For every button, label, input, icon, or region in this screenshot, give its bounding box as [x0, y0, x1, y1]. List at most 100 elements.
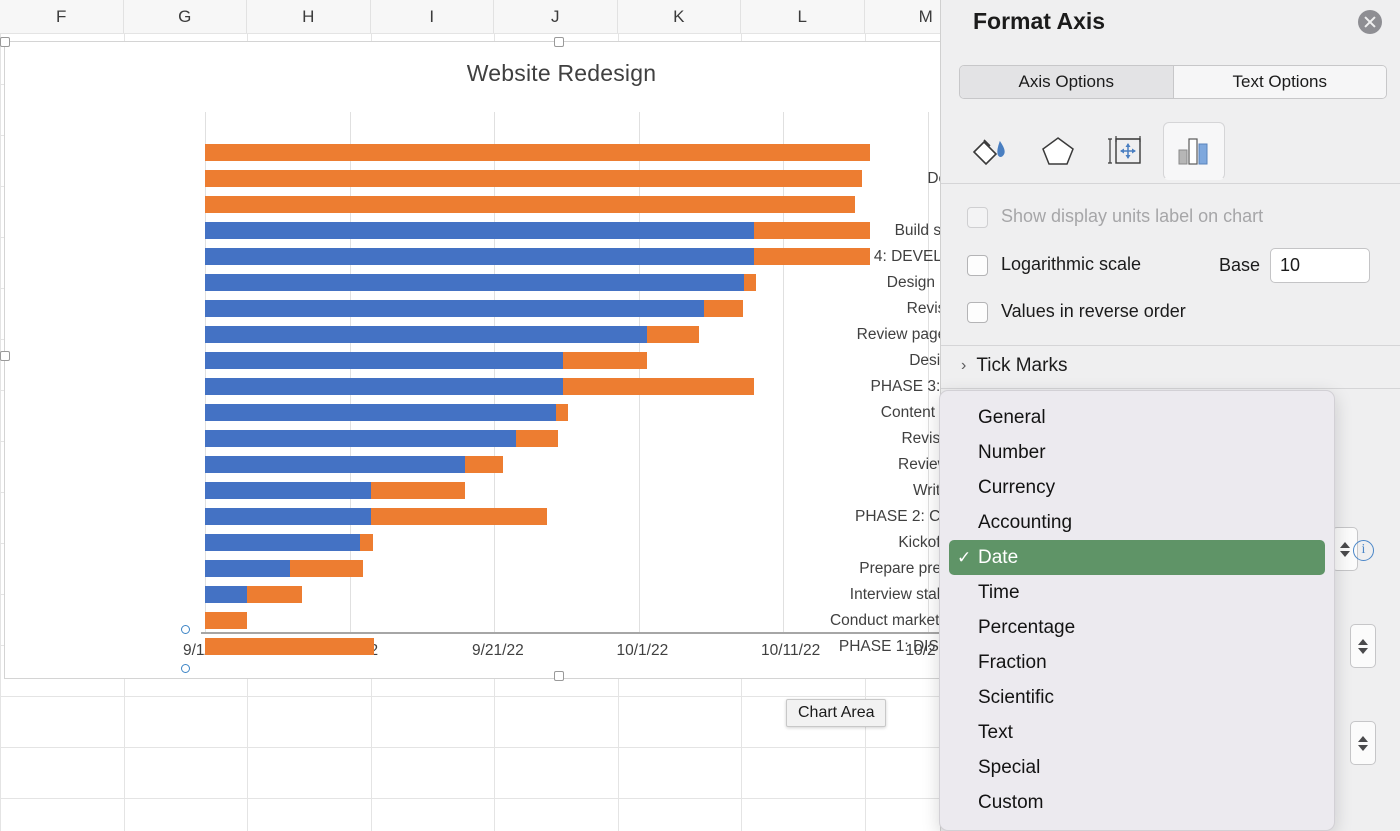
gantt-bar-duration-segment[interactable]	[205, 612, 247, 629]
column-header-h[interactable]: H	[247, 0, 371, 33]
tab-text-options[interactable]: Text Options	[1173, 66, 1387, 98]
gantt-bar[interactable]	[205, 482, 1014, 499]
gantt-bar[interactable]	[205, 378, 1014, 395]
gantt-bar[interactable]	[205, 144, 1014, 161]
gantt-bar-offset-segment[interactable]	[205, 534, 360, 551]
menu-item-time[interactable]: Time	[949, 575, 1325, 610]
menu-item-custom[interactable]: Custom	[949, 785, 1325, 820]
gantt-bar-offset-segment[interactable]	[205, 326, 647, 343]
gantt-bar[interactable]	[205, 638, 1014, 655]
gantt-bar-duration-segment[interactable]	[290, 560, 362, 577]
fill-line-icon[interactable]	[959, 122, 1021, 180]
menu-item-special[interactable]: Special	[949, 750, 1325, 785]
gantt-bar[interactable]	[205, 300, 1014, 317]
gantt-bar-offset-segment[interactable]	[205, 508, 371, 525]
gantt-bar-duration-segment[interactable]	[704, 300, 743, 317]
info-icon[interactable]: i	[1353, 540, 1374, 561]
gantt-bar[interactable]	[205, 274, 1014, 291]
column-header-l[interactable]: L	[741, 0, 865, 33]
gantt-bar-offset-segment[interactable]	[205, 248, 754, 265]
column-header-g[interactable]: G	[124, 0, 248, 33]
chart-resize-handle-tm[interactable]	[554, 37, 564, 47]
close-icon[interactable]	[1358, 10, 1382, 34]
menu-item-fraction[interactable]: Fraction	[949, 645, 1325, 680]
gantt-bar[interactable]	[205, 170, 1014, 187]
gantt-bar-duration-segment[interactable]	[360, 534, 373, 551]
gantt-bar-duration-segment[interactable]	[371, 482, 465, 499]
menu-item-accounting[interactable]: Accounting	[949, 505, 1325, 540]
stepper-secondary-2[interactable]	[1350, 721, 1376, 765]
gantt-bar[interactable]	[205, 196, 1014, 213]
gantt-bar[interactable]	[205, 222, 1014, 239]
gantt-bar-offset-segment[interactable]	[205, 378, 563, 395]
gantt-bar-duration-segment[interactable]	[205, 170, 862, 187]
gantt-bar[interactable]	[205, 352, 1014, 369]
stepper-secondary-1[interactable]	[1350, 624, 1376, 668]
gantt-bar-offset-segment[interactable]	[205, 430, 516, 447]
gantt-bar-duration-segment[interactable]	[647, 326, 699, 343]
gantt-bar-offset-segment[interactable]	[205, 222, 754, 239]
gantt-bar-duration-segment[interactable]	[205, 196, 855, 213]
effects-pentagon-icon[interactable]	[1027, 122, 1089, 180]
show-display-units-label: Show display units label on chart	[1001, 206, 1263, 227]
gantt-bar-duration-segment[interactable]	[744, 274, 756, 291]
gantt-bar-offset-segment[interactable]	[205, 274, 744, 291]
gantt-bar[interactable]	[205, 612, 1014, 629]
menu-item-number[interactable]: Number	[949, 435, 1325, 470]
gantt-bar[interactable]	[205, 456, 1014, 473]
gantt-bar[interactable]	[205, 326, 1014, 343]
column-header-j[interactable]: J	[494, 0, 618, 33]
menu-item-currency[interactable]: Currency	[949, 470, 1325, 505]
gantt-bar-duration-segment[interactable]	[556, 404, 568, 421]
x-axis-line[interactable]	[201, 632, 1014, 634]
menu-item-date[interactable]: ✓Date	[949, 540, 1325, 575]
gantt-bar-offset-segment[interactable]	[205, 404, 556, 421]
gantt-bar-offset-segment[interactable]	[205, 586, 247, 603]
gantt-bar-offset-segment[interactable]	[205, 352, 563, 369]
number-format-category-menu[interactable]: GeneralNumberCurrencyAccounting✓DateTime…	[939, 390, 1335, 831]
size-properties-icon[interactable]	[1095, 122, 1157, 180]
plot-area[interactable]	[205, 112, 1014, 632]
show-display-units-checkbox[interactable]	[967, 207, 988, 228]
gantt-bar-duration-segment[interactable]	[563, 352, 647, 369]
gantt-bar-duration-segment[interactable]	[563, 378, 754, 395]
menu-item-text[interactable]: Text	[949, 715, 1325, 750]
column-header-i[interactable]: I	[371, 0, 495, 33]
axis-selection-handle-bottom[interactable]	[181, 664, 190, 673]
gantt-bar-offset-segment[interactable]	[205, 560, 290, 577]
gantt-bar-offset-segment[interactable]	[205, 300, 704, 317]
gantt-bar[interactable]	[205, 404, 1014, 421]
gantt-bar-duration-segment[interactable]	[205, 144, 870, 161]
menu-item-general[interactable]: General	[949, 400, 1325, 435]
axis-selection-handle-top[interactable]	[181, 625, 190, 634]
gantt-bar[interactable]	[205, 560, 1014, 577]
gantt-bar-offset-segment[interactable]	[205, 482, 371, 499]
gantt-bar[interactable]	[205, 248, 1014, 265]
tab-axis-options[interactable]: Axis Options	[960, 66, 1173, 98]
gantt-bar[interactable]	[205, 430, 1014, 447]
base-input[interactable]: 10	[1270, 248, 1370, 283]
gantt-bar-duration-segment[interactable]	[516, 430, 558, 447]
gantt-bar-duration-segment[interactable]	[754, 222, 870, 239]
gantt-bar-duration-segment[interactable]	[205, 638, 374, 655]
axis-options-chart-icon[interactable]	[1163, 122, 1225, 180]
chart-resize-handle-tl[interactable]	[0, 37, 10, 47]
chart-resize-handle-ml[interactable]	[0, 351, 10, 361]
menu-item-percentage[interactable]: Percentage	[949, 610, 1325, 645]
gantt-bar-duration-segment[interactable]	[754, 248, 870, 265]
gantt-bar-offset-segment[interactable]	[205, 456, 465, 473]
gantt-bar[interactable]	[205, 508, 1014, 525]
gantt-bar-duration-segment[interactable]	[465, 456, 503, 473]
logarithmic-scale-checkbox[interactable]	[967, 255, 988, 276]
gantt-bar[interactable]	[205, 534, 1014, 551]
values-reverse-order-checkbox[interactable]	[967, 302, 988, 323]
section-tick-marks[interactable]: › Tick Marks	[961, 355, 1067, 377]
chart-object[interactable]: Website Redesign Site liveDeploy siteQA …	[4, 41, 1014, 679]
gantt-bar-duration-segment[interactable]	[371, 508, 547, 525]
gantt-bar[interactable]	[205, 586, 1014, 603]
menu-item-scientific[interactable]: Scientific	[949, 680, 1325, 715]
column-header-f[interactable]: F	[0, 0, 124, 33]
chart-resize-handle-bm[interactable]	[554, 671, 564, 681]
column-header-k[interactable]: K	[618, 0, 742, 33]
gantt-bar-duration-segment[interactable]	[247, 586, 302, 603]
